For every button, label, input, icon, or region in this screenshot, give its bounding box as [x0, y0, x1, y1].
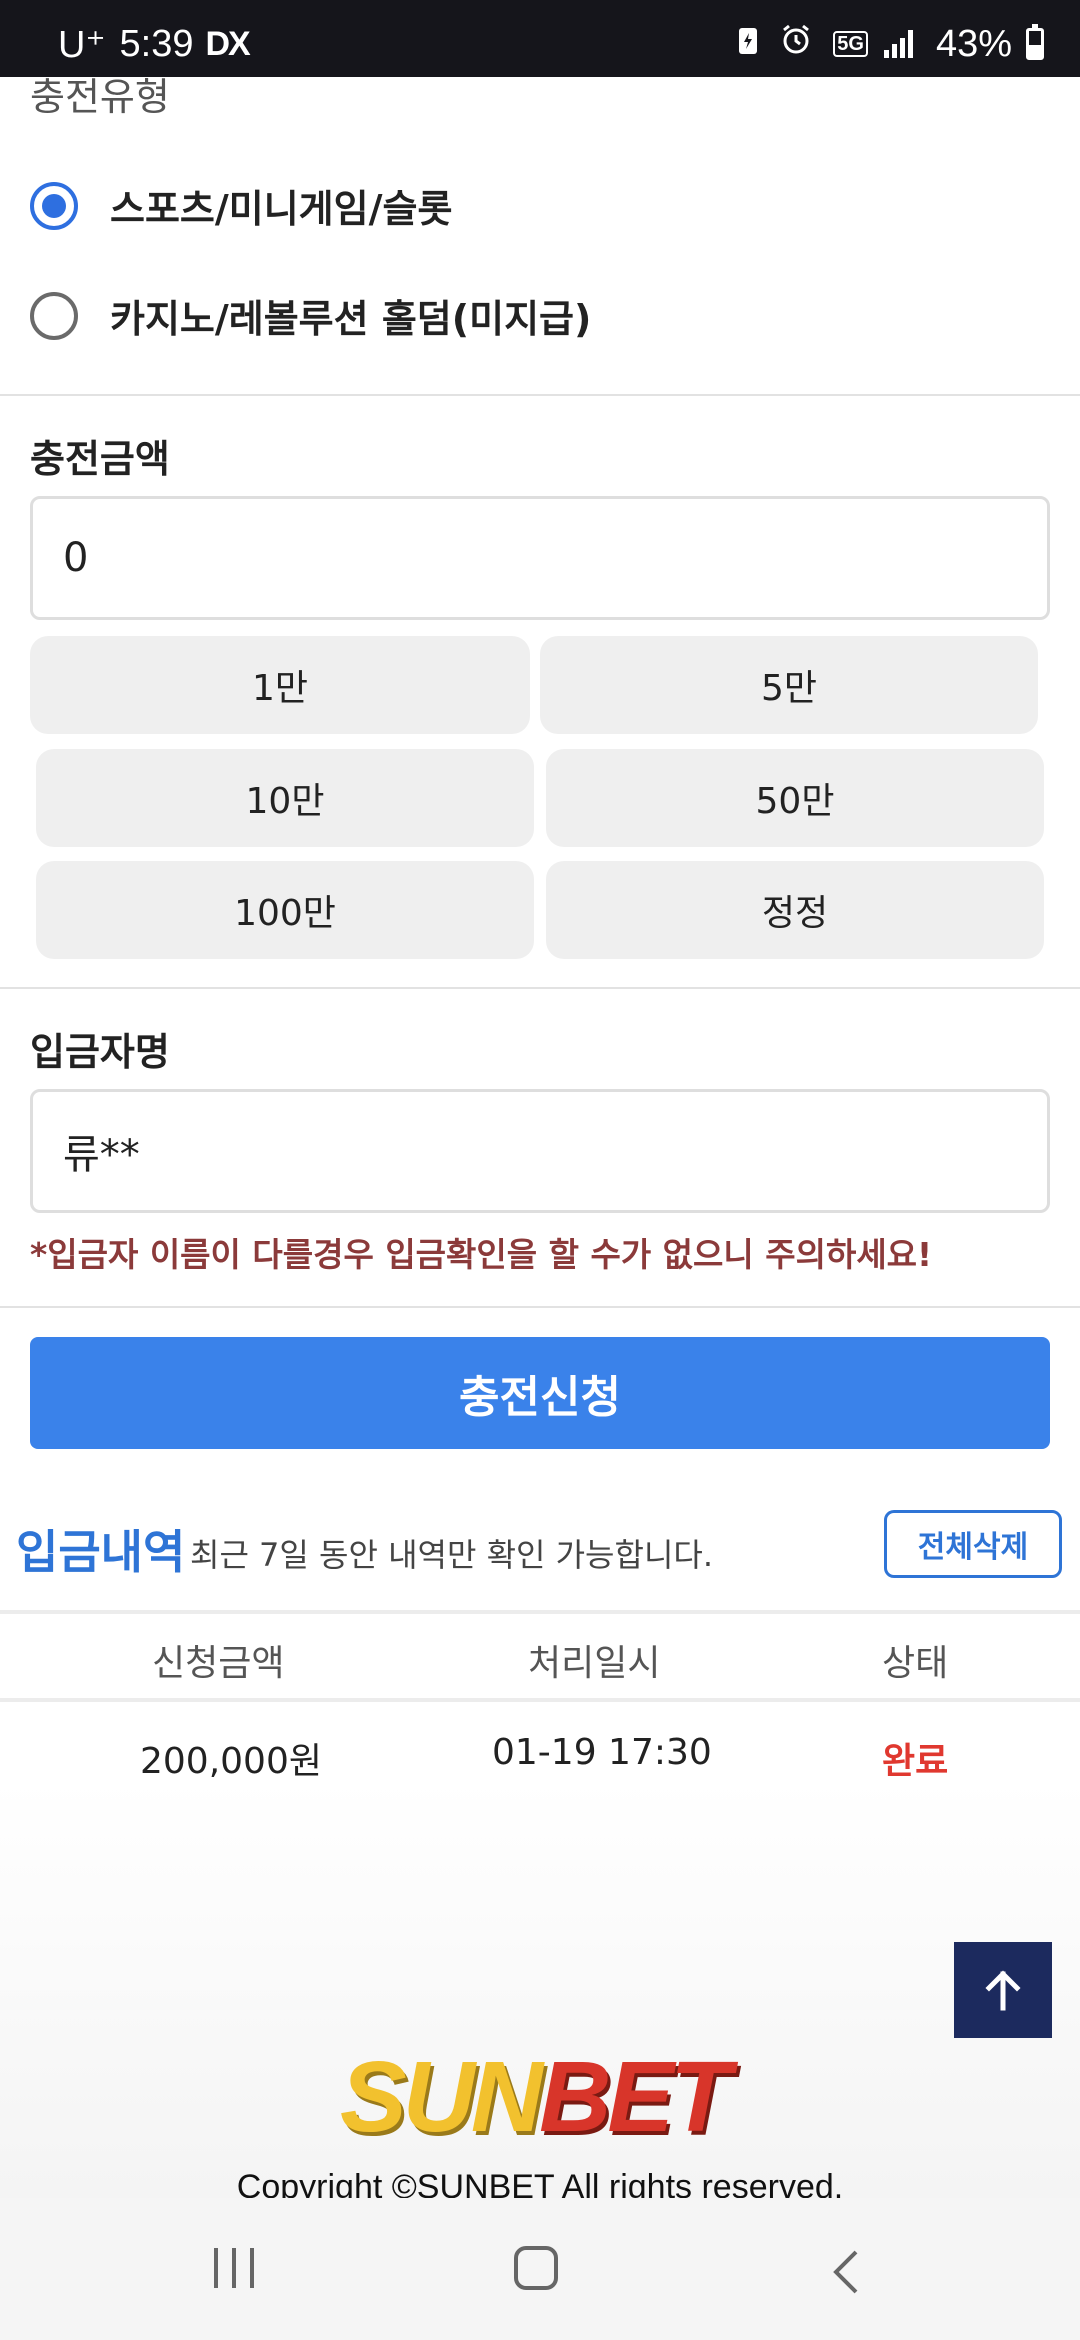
history-note: 최근 7일 동안 내역만 확인 가능합니다.	[190, 1536, 713, 1574]
column-header-datetime: 처리일시	[528, 1643, 661, 1684]
scroll-to-top-button[interactable]	[954, 1942, 1052, 2038]
divider	[0, 394, 1080, 396]
table-header: 신청금액 처리일시 상태	[0, 1610, 1080, 1702]
history-title: 입금내역	[16, 1525, 186, 1579]
charge-type-label: 충전유형	[30, 75, 170, 119]
signal-icon	[883, 30, 916, 58]
status-left: U⁺ 5:39 DX	[58, 22, 251, 67]
battery-saver-icon	[737, 23, 759, 66]
radio-checked-icon[interactable]	[30, 181, 78, 230]
back-icon[interactable]	[830, 2248, 862, 2296]
divider	[0, 1306, 1080, 1308]
radio-option-sports[interactable]: 스포츠/미니게임/슬롯	[30, 178, 452, 233]
dx-icon: DX	[205, 25, 250, 63]
amount-button-1m[interactable]: 100만	[36, 861, 534, 959]
amount-button-500k[interactable]: 50만	[546, 749, 1044, 847]
divider	[0, 987, 1080, 989]
home-icon[interactable]	[514, 2246, 558, 2290]
reset-button[interactable]: 정정	[546, 861, 1044, 959]
row-status: 완료	[882, 1741, 949, 1782]
row-amount: 200,000원	[140, 1741, 322, 1782]
depositor-warning: *입금자 이름이 다를경우 입금확인을 할 수가 없으니 주의하세요!	[30, 1235, 933, 1274]
battery-icon	[1026, 24, 1044, 60]
radio-unchecked-icon[interactable]	[30, 291, 78, 340]
charge-request-button[interactable]: 충전신청	[30, 1337, 1050, 1449]
system-navigation-bar	[0, 2198, 1080, 2340]
depositor-input[interactable]: 류**	[30, 1089, 1050, 1213]
row-datetime: 01-19 17:30	[492, 1732, 712, 1773]
depositor-label: 입금자명	[30, 1030, 170, 1074]
delete-all-button[interactable]: 전체삭제	[884, 1510, 1062, 1578]
alarm-icon	[779, 22, 813, 66]
arrow-up-icon	[985, 1970, 1021, 2011]
radio-label-casino: 카지노/레볼루션 홀덤(미지급)	[110, 297, 592, 341]
amount-button-10k[interactable]: 1만	[30, 636, 530, 734]
battery-percent: 43%	[935, 22, 1012, 65]
column-header-status: 상태	[882, 1643, 949, 1684]
status-right: 5G 43%	[717, 22, 1044, 66]
amount-button-50k[interactable]: 5만	[540, 636, 1038, 734]
5g-icon: 5G	[833, 31, 868, 57]
radio-option-casino[interactable]: 카지노/레볼루션 홀덤(미지급)	[30, 288, 591, 343]
sunbet-logo: SUNBET	[340, 2040, 731, 2155]
amount-button-100k[interactable]: 10만	[36, 749, 534, 847]
carrier-label: U⁺	[58, 24, 106, 66]
clock: 5:39	[119, 23, 194, 65]
radio-label-sports: 스포츠/미니게임/슬롯	[110, 187, 453, 231]
column-header-amount: 신청금액	[152, 1643, 285, 1684]
charge-amount-label: 충전금액	[30, 437, 170, 481]
logo-text-bet: BET	[539, 2041, 731, 2153]
recents-icon[interactable]	[214, 2248, 268, 2288]
logo-text-sun: SUN	[340, 2041, 543, 2153]
charge-amount-input[interactable]: 0	[30, 496, 1050, 620]
